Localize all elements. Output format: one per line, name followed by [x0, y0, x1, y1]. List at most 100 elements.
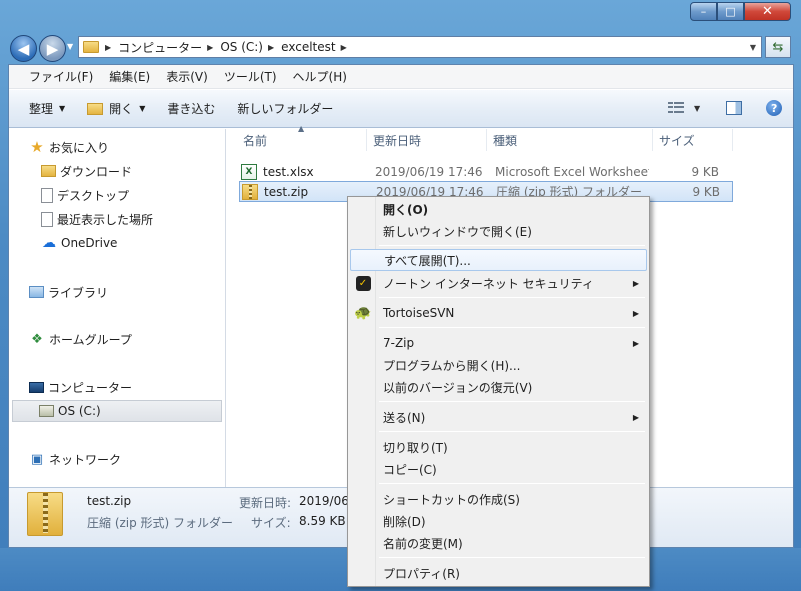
breadcrumb-chevron-icon[interactable]: ▶: [339, 43, 351, 52]
file-type: Microsoft Excel Worksheet: [495, 164, 649, 179]
ctx-cut[interactable]: 切り取り(T): [350, 436, 647, 458]
menu-help[interactable]: ヘルプ(H): [285, 66, 355, 87]
burn-button[interactable]: 書き込む: [159, 98, 223, 119]
menu-edit[interactable]: 編集(E): [101, 66, 158, 87]
breadcrumb-chevron-icon[interactable]: ▶: [103, 43, 115, 52]
nav-recent[interactable]: 最近表示した場所: [41, 208, 153, 230]
nav-recent-label: 最近表示した場所: [57, 212, 154, 227]
zip-large-icon: [27, 492, 63, 536]
refresh-button[interactable]: ⇆: [765, 36, 791, 58]
breadcrumb-chevron-icon[interactable]: ▶: [266, 43, 278, 52]
ctx-delete[interactable]: 削除(D): [350, 510, 647, 532]
ctx-tortoisesvn[interactable]: 🐢 TortoiseSVN ▶: [350, 302, 647, 324]
folder-icon: [83, 41, 99, 53]
view-controls: ▼ ?: [668, 100, 783, 116]
column-size[interactable]: サイズ: [653, 129, 733, 151]
ctx-copy[interactable]: コピー(C): [350, 458, 647, 480]
breadcrumb-drive[interactable]: OS (C:): [217, 40, 266, 54]
ctx-norton[interactable]: ✓ ノートン インターネット セキュリティ ▶: [350, 272, 647, 294]
ctx-tortoisesvn-label: TortoiseSVN: [383, 306, 455, 320]
nav-drive-c[interactable]: OS (C:): [12, 400, 222, 422]
menu-tools[interactable]: ツール(T): [216, 66, 285, 87]
menu-separator: [379, 245, 645, 246]
column-date[interactable]: 更新日時: [367, 129, 487, 151]
menu-separator: [379, 401, 645, 402]
ctx-7zip-label: 7-Zip: [383, 336, 415, 350]
file-size: 9 KB: [691, 164, 719, 179]
ctx-open-new-window[interactable]: 新しいウィンドウで開く(E): [350, 220, 647, 242]
open-label: 開く: [109, 102, 134, 116]
close-button[interactable]: ✕: [744, 2, 791, 21]
file-date: 2019/06/19 17:46: [375, 164, 483, 179]
submenu-arrow-icon: ▶: [632, 308, 639, 318]
open-button[interactable]: 開く ▼: [79, 98, 153, 119]
ctx-extract-all[interactable]: すべて展開(T)...: [350, 249, 647, 271]
details-date-value: 2019/06/: [299, 494, 353, 508]
details-date-label: 更新日時:: [239, 496, 292, 510]
sort-ascending-icon: ▲: [298, 124, 305, 133]
file-row[interactable]: X test.xlsx 2019/06/19 17:46 Microsoft E…: [239, 161, 733, 182]
menu-separator: [379, 327, 645, 328]
breadcrumb-chevron-icon[interactable]: ▶: [205, 43, 217, 52]
nav-homegroup[interactable]: ❖ ホームグループ: [29, 328, 132, 350]
change-view-icon[interactable]: [668, 102, 684, 114]
menu-file[interactable]: ファイル(F): [21, 66, 101, 87]
organize-button[interactable]: 整理 ▼: [21, 98, 73, 119]
minimize-button[interactable]: –: [690, 2, 717, 21]
nav-computer[interactable]: コンピューター: [29, 376, 132, 398]
breadcrumb-computer[interactable]: コンピューター: [115, 39, 205, 56]
drive-icon: [39, 405, 54, 417]
details-size-label: サイズ:: [251, 516, 291, 530]
address-dropdown-icon[interactable]: ▼: [745, 37, 761, 57]
nav-libraries[interactable]: ライブラリ: [29, 281, 108, 303]
downloads-folder-icon: [41, 165, 56, 177]
help-icon[interactable]: ?: [766, 100, 783, 116]
ctx-restore-previous[interactable]: 以前のバージョンの復元(V): [350, 376, 647, 398]
breadcrumb-folder[interactable]: exceltest: [278, 40, 338, 54]
menu-separator: [379, 557, 645, 558]
new-folder-button[interactable]: 新しいフォルダー: [229, 98, 341, 119]
menu-separator: [379, 297, 645, 298]
preview-pane-icon[interactable]: [726, 101, 743, 115]
dropdown-triangle-icon: ▼: [139, 104, 146, 113]
ctx-7zip[interactable]: 7-Zip ▶: [350, 332, 647, 354]
view-dropdown-icon[interactable]: ▼: [694, 104, 700, 113]
nav-favorites[interactable]: ★ お気に入り: [29, 136, 109, 158]
new-folder-label: 新しいフォルダー: [237, 102, 334, 116]
xlsx-icon: X: [241, 163, 257, 180]
dropdown-triangle-icon: ▼: [59, 104, 66, 113]
ctx-open-with[interactable]: プログラムから開く(H)...: [350, 354, 647, 376]
forward-button[interactable]: ▶: [39, 35, 66, 62]
maximize-button[interactable]: □: [717, 2, 744, 21]
ctx-create-shortcut[interactable]: ショートカットの作成(S): [350, 488, 647, 510]
recent-pages-dropdown-icon[interactable]: ▼: [67, 42, 75, 54]
back-arrow-icon: ◀: [17, 39, 30, 58]
refresh-icon: ⇆: [772, 39, 784, 55]
ctx-send-to[interactable]: 送る(N) ▶: [350, 406, 647, 428]
nav-homegroup-label: ホームグループ: [49, 332, 132, 347]
nav-drive-c-label: OS (C:): [58, 404, 101, 418]
nav-network[interactable]: ▣ ネットワーク: [29, 448, 121, 470]
nav-downloads[interactable]: ダウンロード: [41, 160, 132, 182]
window-controls: – □ ✕: [690, 2, 795, 22]
ctx-rename[interactable]: 名前の変更(M): [350, 532, 647, 554]
address-bar[interactable]: ▶ コンピューター ▶ OS (C:) ▶ exceltest ▶ ▼: [78, 36, 762, 58]
menu-view[interactable]: 表示(V): [158, 66, 216, 87]
nav-desktop[interactable]: デスクトップ: [41, 184, 129, 206]
forward-arrow-icon: ▶: [46, 39, 59, 58]
ctx-open[interactable]: 開く(O): [350, 198, 647, 220]
cloud-icon: ☁: [42, 235, 56, 251]
nav-computer-label: コンピューター: [48, 380, 133, 395]
homegroup-icon: ❖: [31, 331, 43, 347]
file-name: test.xlsx: [263, 164, 314, 179]
library-icon: [29, 286, 44, 298]
back-button[interactable]: ◀: [10, 35, 37, 62]
nav-onedrive[interactable]: ☁ OneDrive: [41, 232, 117, 254]
column-type[interactable]: 種類: [487, 129, 653, 151]
ctx-properties[interactable]: プロパティ(R): [350, 562, 647, 584]
submenu-arrow-icon: ▶: [632, 338, 639, 348]
norton-icon: ✓: [355, 275, 371, 291]
file-size: 9 KB: [692, 184, 720, 199]
burn-label: 書き込む: [167, 102, 216, 116]
details-size-value: 8.59 KB: [299, 514, 346, 528]
